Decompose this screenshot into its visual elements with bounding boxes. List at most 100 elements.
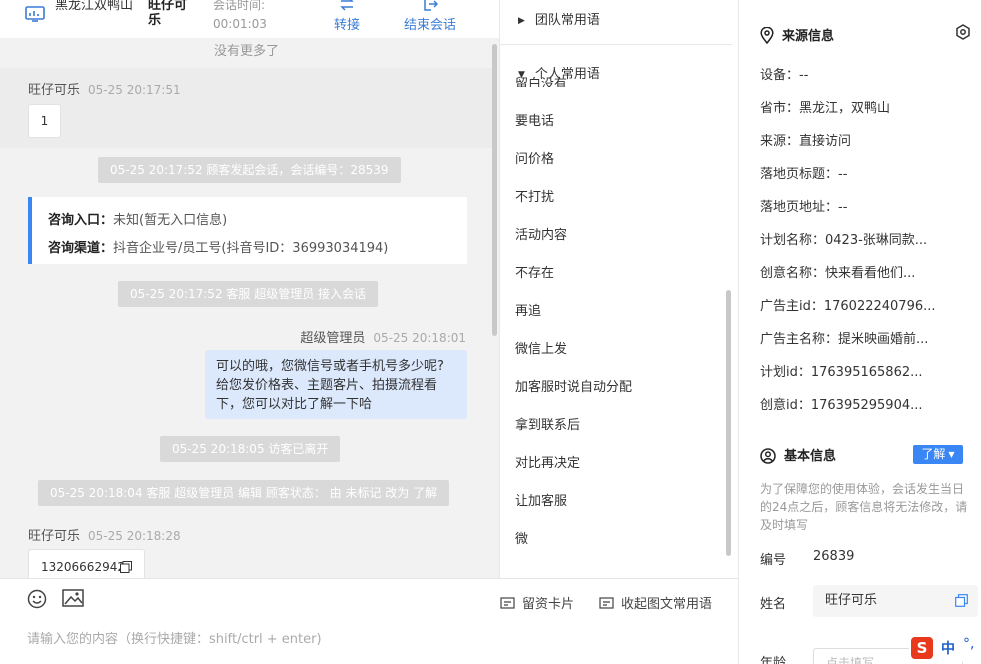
name-value: 旺仔可乐 <box>825 593 878 608</box>
phrase-item[interactable]: 微信上发 <box>515 338 567 357</box>
source-region: 省市：黑龙江，双鸭山 <box>760 101 891 116</box>
agent-name: 超级管理员 <box>300 331 366 346</box>
phrase-item[interactable]: 要电话 <box>515 110 554 129</box>
phrase-item[interactable]: 活动内容 <box>515 224 567 243</box>
visitor-message-bubble: 1 <box>28 104 61 138</box>
ime-language: 中 <box>941 641 955 657</box>
message-input[interactable]: 请输入您的内容（换行快捷键：shift/ctrl + enter) <box>27 628 322 647</box>
emoji-icon[interactable] <box>27 589 47 609</box>
age-label: 年龄 <box>760 656 787 664</box>
basic-section-title: 基本信息 <box>760 445 836 464</box>
location-pin-icon <box>760 26 774 45</box>
transfer-icon <box>340 0 354 11</box>
session-duration-label: 会话时间: <box>213 0 266 12</box>
status-tag-label: 了解 <box>921 447 946 461</box>
id-label: 编号 <box>760 553 787 568</box>
message-sender: 旺仔可乐 05-25 20:18:28 <box>28 525 181 544</box>
consult-info-card: 咨询入口：未知(暂无入口信息) 咨询渠道：抖音企业号/员工号(抖音号ID：369… <box>28 197 467 264</box>
status-tag-dropdown[interactable]: 了解 ▼ <box>913 445 963 464</box>
entry-label: 咨询入口： <box>48 213 114 228</box>
phone-number: 13206662942 <box>41 560 125 574</box>
collapse-phrases-button[interactable]: 收起图文常用语 <box>599 593 712 612</box>
customer-info-panel: 来源信息 设备：-- 省市：黑龙江，双鸭山 来源：直接访问 落地页标题：-- 落… <box>738 0 981 664</box>
message-sender: 旺仔可乐 05-25 20:17:51 <box>28 79 181 98</box>
ime-status-bar[interactable]: S 中 °, <box>909 636 981 662</box>
source-device: 设备：-- <box>760 68 809 83</box>
source-channel: 来源：直接访问 <box>760 134 852 149</box>
phrase-item[interactable]: 问价格 <box>515 148 554 167</box>
landing-page-title: 落地页标题：-- <box>760 167 848 182</box>
name-field[interactable]: 旺仔可乐 <box>813 585 978 617</box>
channel-value: 抖音企业号/员工号(抖音号ID：36993034194) <box>113 241 389 256</box>
message-time: 05-25 20:18:28 <box>88 529 181 543</box>
advertiser-id: 广告主id：176022240796... <box>760 299 936 314</box>
agent-message-bubble: 可以的哦，您微信号或者手机号多少呢?给您发价格表、主题客片、拍摄流程看下，您可以… <box>205 350 467 419</box>
caret-right-icon: ▶ <box>518 16 525 26</box>
agent-sender: 超级管理员 05-25 20:18:01 <box>300 327 466 346</box>
message-composer: 请输入您的内容（换行快捷键：shift/ctrl + enter) 留资卡片 收… <box>0 578 738 664</box>
id-value: 26839 <box>813 549 855 564</box>
user-circle-icon <box>760 448 776 464</box>
visitor-name: 旺仔可乐 <box>148 0 188 28</box>
phrases-panel: ▶ 团队常用语 ▼ 个人常用语 留白没有 要电话 问价格 不打扰 活动内容 不存在 … <box>499 0 738 578</box>
system-message: 05-25 20:17:52 客服 超级管理员 接入会话 <box>118 281 379 307</box>
phrase-item[interactable]: 加客服时说自动分配 <box>515 376 632 395</box>
creative-name: 创意名称：快来看看他们... <box>760 266 916 281</box>
message-time: 05-25 20:17:51 <box>88 83 181 97</box>
system-message: 05-25 20:18:04 客服 超级管理员 编辑 顾客状态： 由 未标记 改… <box>38 480 450 506</box>
chat-scrollbar[interactable] <box>492 44 497 336</box>
plan-name: 计划名称：0423-张琳同款... <box>760 233 928 248</box>
chat-header: 黑龙江双鸭山 旺仔可乐 会话时间: 00:01:03 转接 结束会话 <box>0 0 499 38</box>
end-session-button[interactable]: 结束会话 <box>400 0 460 33</box>
settings-hex-icon[interactable] <box>955 24 971 40</box>
phrase-item[interactable]: 不存在 <box>515 262 554 281</box>
visitor-location: 黑龙江双鸭山 <box>55 0 134 13</box>
no-more-history: 没有更多了 <box>214 44 280 59</box>
name-label: 姓名 <box>760 597 787 612</box>
system-message: 05-25 20:18:05 访客已离开 <box>160 436 341 462</box>
transfer-label: 转接 <box>333 18 360 33</box>
message-time: 05-25 20:18:01 <box>373 331 466 345</box>
transfer-button[interactable]: 转接 <box>330 0 364 33</box>
caret-down-icon: ▼ <box>948 450 955 459</box>
phrase-group-label: 团队常用语 <box>534 13 600 28</box>
ime-logo: S <box>911 637 933 659</box>
divider <box>500 44 732 45</box>
phrase-icon <box>599 597 614 609</box>
copy-icon[interactable] <box>955 594 968 607</box>
plan-id: 计划id：176395165862... <box>760 365 923 380</box>
monitor-chart-icon <box>25 6 45 22</box>
advertiser-name: 广告主名称：提米映画婚前... <box>760 332 929 347</box>
card-icon <box>500 597 515 609</box>
end-session-label: 结束会话 <box>403 18 456 33</box>
collapse-phrases-label: 收起图文常用语 <box>621 597 713 612</box>
entry-value: 未知(暂无入口信息) <box>113 213 228 228</box>
lead-card-label: 留资卡片 <box>522 597 575 612</box>
basic-title-text: 基本信息 <box>784 449 837 464</box>
phrase-item[interactable]: 对比再决定 <box>515 452 580 471</box>
copy-icon[interactable] <box>120 561 132 573</box>
chat-panel: 黑龙江双鸭山 旺仔可乐 会话时间: 00:01:03 转接 结束会话 没有更多了… <box>0 0 499 664</box>
phrase-group-team[interactable]: ▶ 团队常用语 <box>518 9 600 28</box>
system-message: 05-25 20:17:52 顾客发起会话，会话编号：28539 <box>98 157 401 183</box>
ime-punctuation: °, <box>963 636 975 652</box>
image-icon[interactable] <box>62 589 84 607</box>
landing-page-url: 落地页地址：-- <box>760 200 848 215</box>
creative-id: 创意id：176395295904... <box>760 398 923 413</box>
source-title-text: 来源信息 <box>782 29 835 44</box>
edit-notice: 为了保障您的使用体验，会话发生当日的24点之后，顾客信息将无法修改，请及时填写 <box>760 482 968 532</box>
phrase-item[interactable]: 不打扰 <box>515 186 554 205</box>
phrase-item[interactable]: 让加客服 <box>515 490 567 509</box>
channel-label: 咨询渠道： <box>48 241 114 256</box>
session-duration: 00:01:03 <box>213 17 267 31</box>
phrase-item[interactable]: 微 <box>515 528 528 547</box>
sender-name: 旺仔可乐 <box>28 83 81 98</box>
phrase-item[interactable]: 留白没有 <box>515 73 567 87</box>
lead-card-button[interactable]: 留资卡片 <box>500 593 574 612</box>
source-section-title: 来源信息 <box>760 25 835 45</box>
phrase-item[interactable]: 再追 <box>515 300 541 319</box>
exit-icon <box>424 0 438 11</box>
phrases-scrollbar[interactable] <box>726 290 731 556</box>
phrase-item[interactable]: 拿到联系后 <box>515 414 580 433</box>
sender-name: 旺仔可乐 <box>28 529 81 544</box>
